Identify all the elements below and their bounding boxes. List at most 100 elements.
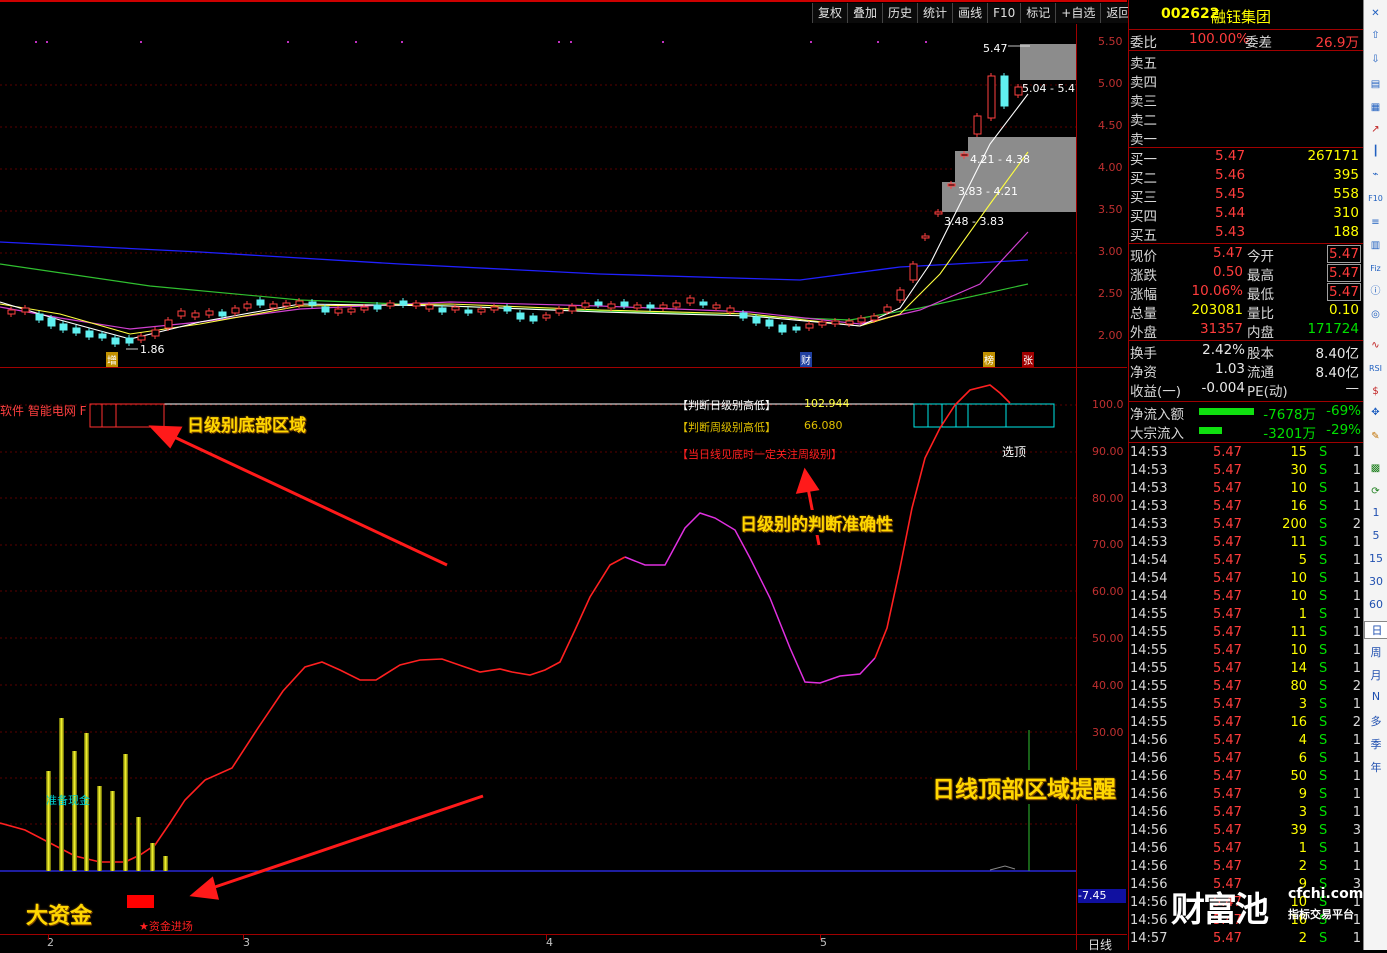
target-icon[interactable]: ◎ <box>1367 306 1384 323</box>
table-icon[interactable]: ▦ <box>1367 99 1384 116</box>
fund-in-label: ★资金进场 <box>139 920 193 933</box>
candle <box>164 319 173 329</box>
news-icon[interactable]: ▥ <box>1367 237 1384 254</box>
list-icon[interactable]: ≡ <box>1367 214 1384 231</box>
tick-time: 14:55 <box>1130 697 1168 712</box>
candle <box>125 337 134 344</box>
candle <box>490 306 499 311</box>
mark-bang[interactable]: 榜 <box>983 352 995 367</box>
candle <box>805 323 814 329</box>
candle <box>308 301 317 306</box>
tick-count: 1 <box>1352 553 1361 568</box>
tick-row: 14:56 5.47 9 S 1 <box>1129 787 1363 805</box>
toolbar-mark-button[interactable]: 标记 <box>1020 3 1056 23</box>
fundamental-label: 净资 <box>1130 365 1157 381</box>
buy-level-row[interactable]: 买四 5.44 310 <box>1129 205 1363 225</box>
tick-side: S <box>1319 517 1328 532</box>
fiz-icon[interactable]: Fiz <box>1367 260 1384 277</box>
sell-level-label: 卖二 <box>1130 113 1157 129</box>
toolbar-history-button[interactable]: 历史 <box>882 3 918 23</box>
period-button-11[interactable]: 年 <box>1364 759 1387 775</box>
tick-count: 1 <box>1352 787 1361 802</box>
tick-volume: 1 <box>1298 841 1307 856</box>
candle <box>21 307 30 313</box>
quote-icon[interactable]: ▤ <box>1367 76 1384 93</box>
candle <box>555 308 564 314</box>
mark-zhang[interactable]: 张 <box>1022 352 1034 367</box>
buy-level-row[interactable]: 买一 5.47 267171 <box>1129 148 1363 168</box>
candle <box>778 324 787 333</box>
divider <box>1129 29 1363 30</box>
period-button-4[interactable]: 60 <box>1364 598 1387 611</box>
quote-row: 涨跌 0.50 最高 5.47 <box>1129 264 1363 284</box>
toolbar-draw-button[interactable]: 画线 <box>952 3 988 23</box>
minute-chart-icon[interactable]: ⌁ <box>1367 166 1384 183</box>
period-button-7[interactable]: 月 <box>1364 667 1387 683</box>
toolbar-add-watchlist-button[interactable]: +自选 <box>1055 3 1101 23</box>
f10-icon[interactable]: F10 <box>1367 190 1384 207</box>
candlestick-chart[interactable]: 5.47 5.04 - 5.47 4.21 - 4.38 3.83 - 4.21… <box>0 24 1076 367</box>
toolbar-restore-rights-button[interactable]: 复权 <box>812 3 848 23</box>
buy-level-row[interactable]: 买三 5.45 558 <box>1129 186 1363 206</box>
tick-row: 14:56 5.47 1 S 1 <box>1129 841 1363 859</box>
down-arrow-icon[interactable]: ⇩ <box>1367 51 1384 68</box>
tick-price: 5.47 <box>1213 679 1242 694</box>
kline-icon[interactable]: ┃ <box>1367 143 1384 160</box>
period-button-9[interactable]: 多 <box>1364 713 1387 729</box>
watermark-slogan: 指标交易平台 <box>1288 908 1354 921</box>
up-arrow-icon[interactable]: ⇧ <box>1367 27 1384 44</box>
green-chart-icon[interactable]: ▩ <box>1367 460 1384 477</box>
tick-row: 14:53 5.47 16 S 1 <box>1129 499 1363 517</box>
period-label[interactable]: 日线 <box>1088 936 1112 953</box>
candle <box>360 306 369 311</box>
mark-cai[interactable]: 财 <box>800 352 812 367</box>
buy-level-volume: 188 <box>1333 224 1359 240</box>
week-note: 【当日线见底时一定关注周级别】 <box>677 448 842 461</box>
buy-level-price: 5.46 <box>1215 167 1246 183</box>
zone4-label: 3.48 - 3.83 <box>944 215 1004 228</box>
candle <box>633 304 642 309</box>
buy-level-row[interactable]: 买五 5.43 188 <box>1129 224 1363 244</box>
tick-price: 5.47 <box>1213 931 1242 946</box>
toolbar-overlay-button[interactable]: 叠加 <box>847 3 883 23</box>
toolbar-f10-button[interactable]: F10 <box>987 3 1021 23</box>
tick-row: 14:55 5.47 10 S 1 <box>1129 643 1363 661</box>
quote-value: 31357 <box>1200 321 1243 337</box>
move-icon[interactable]: ✥ <box>1367 404 1384 421</box>
trend-icon[interactable]: ↗ <box>1367 121 1384 138</box>
mark-zeng[interactable]: 增 <box>106 352 118 367</box>
stock-header: 002622 融钰集团 <box>1129 6 1363 28</box>
indicator-axis-label: 60.00 <box>1092 585 1124 599</box>
candle <box>347 308 356 313</box>
pencil-icon[interactable]: ✎ <box>1367 428 1384 445</box>
dollar-icon[interactable]: $ <box>1367 383 1384 400</box>
wave-icon[interactable]: ∿ <box>1367 337 1384 354</box>
refresh-icon[interactable]: ⟳ <box>1367 483 1384 500</box>
period-button-5[interactable]: 日 <box>1364 621 1387 639</box>
buy-level-row[interactable]: 买二 5.46 395 <box>1129 167 1363 187</box>
indicator-axis-label: 100.0 <box>1092 398 1124 411</box>
quote-row: 涨幅 10.06% 最低 5.47 <box>1129 283 1363 303</box>
close-icon[interactable]: ✕ <box>1367 5 1384 22</box>
tick-price: 5.47 <box>1213 697 1242 712</box>
period-button-1[interactable]: 5 <box>1364 529 1387 542</box>
tick-side: S <box>1319 823 1328 838</box>
indicator-chart[interactable] <box>0 368 1076 934</box>
period-button-6[interactable]: 周 <box>1364 644 1387 660</box>
fundamental-label: 换手 <box>1130 346 1157 362</box>
fund-bar <box>123 754 128 871</box>
period-button-8[interactable]: N <box>1364 690 1387 703</box>
rsi-icon[interactable]: RSI <box>1367 360 1384 377</box>
tick-volume: 11 <box>1290 625 1307 640</box>
period-button-3[interactable]: 30 <box>1364 575 1387 588</box>
info-icon[interactable]: ⓘ <box>1367 283 1384 300</box>
period-button-2[interactable]: 15 <box>1364 552 1387 565</box>
period-button-0[interactable]: 1 <box>1364 506 1387 519</box>
tick-row: 14:53 5.47 10 S 1 <box>1129 481 1363 499</box>
flow-row: 大宗流入 -3201万 -29% <box>1129 422 1363 442</box>
period-button-10[interactable]: 季 <box>1364 736 1387 752</box>
toolbar-stats-button[interactable]: 统计 <box>917 3 953 23</box>
candle <box>581 302 590 308</box>
tick-time: 14:56 <box>1130 751 1168 766</box>
tick-volume: 39 <box>1290 823 1307 838</box>
